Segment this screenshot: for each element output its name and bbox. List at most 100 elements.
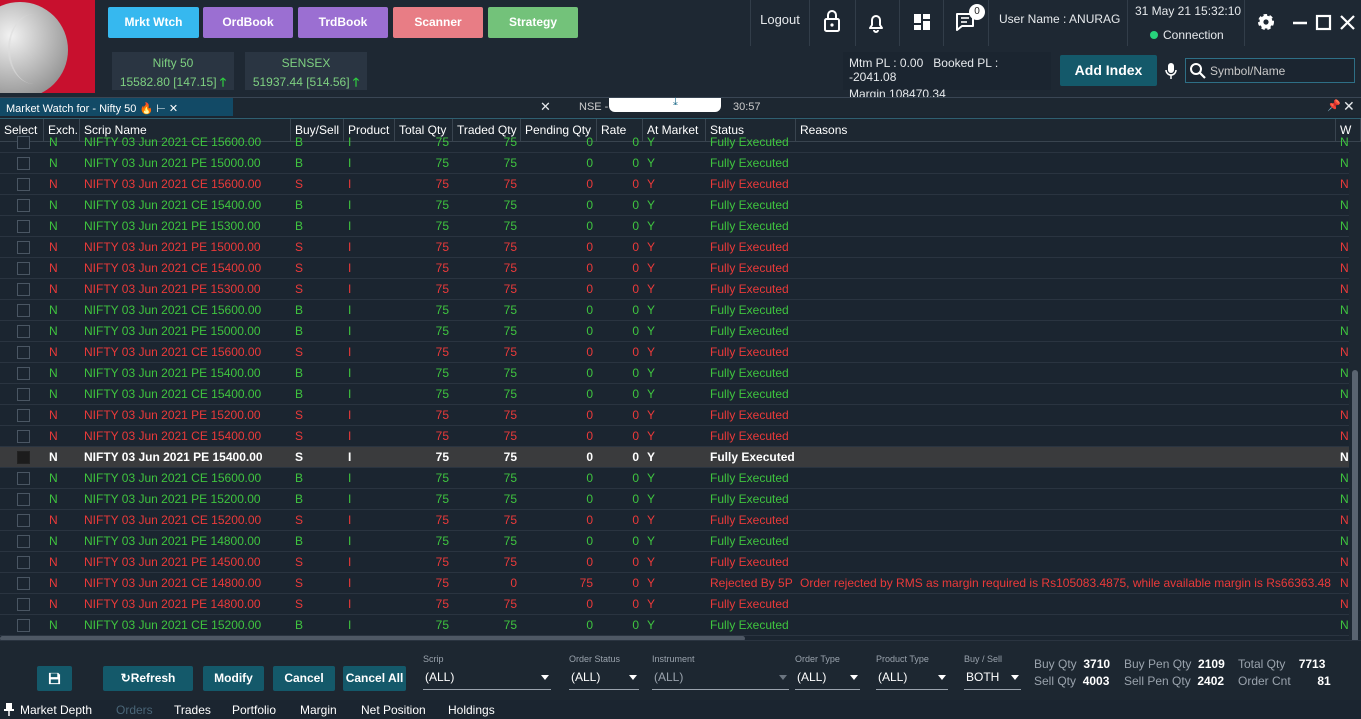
close-icon[interactable]: ✕ (540, 99, 551, 115)
table-row[interactable]: N NIFTY 03 Jun 2021 PE 15000.00 B I 75 75 0 0 Y F… (0, 153, 1349, 174)
index-sensex[interactable]: SENSEX 51937.44 [514.56] 🡑 (245, 52, 367, 90)
table-row[interactable]: N NIFTY 03 Jun 2021 CE 15600.00 S I 75 75 0 0 Y F… (0, 342, 1349, 363)
tab-portfolio[interactable]: Portfolio (232, 703, 276, 717)
tab-orders[interactable]: Orders (116, 703, 153, 717)
row-checkbox[interactable] (17, 556, 30, 569)
table-row[interactable]: N NIFTY 03 Jun 2021 PE 14800.00 S I 75 75 0 0 Y F… (0, 594, 1349, 615)
market-watch-button[interactable]: Mrkt Wtch (108, 7, 199, 38)
row-checkbox[interactable] (17, 325, 30, 338)
pin-icon[interactable] (4, 703, 14, 716)
tab-nse[interactable]: NSE - ⤓ 30:57 (573, 96, 773, 116)
row-checkbox[interactable] (17, 493, 30, 506)
tab-net-position[interactable]: Net Position (361, 703, 426, 717)
product-type-select[interactable]: (ALL) (876, 670, 948, 690)
lock-icon[interactable] (814, 6, 850, 38)
row-checkbox[interactable] (17, 241, 30, 254)
table-row[interactable]: N NIFTY 03 Jun 2021 CE 15400.00 B I 75 75 0 0 Y F… (0, 384, 1349, 405)
row-checkbox[interactable] (17, 577, 30, 590)
cancel-button[interactable]: Cancel (273, 666, 335, 691)
table-row[interactable]: N NIFTY 03 Jun 2021 PE 15300.00 B I 75 75 0 0 Y F… (0, 216, 1349, 237)
table-row[interactable]: N NIFTY 03 Jun 2021 PE 14500.00 S I 75 75 0 0 Y F… (0, 552, 1349, 573)
row-checkbox[interactable] (17, 304, 30, 317)
scanner-button[interactable]: Scanner (393, 7, 483, 38)
order-status-filter[interactable]: Order Status (ALL) (569, 654, 639, 690)
table-row[interactable]: N NIFTY 03 Jun 2021 PE 15000.00 S I 75 75 0 0 Y F… (0, 237, 1349, 258)
table-row[interactable]: N NIFTY 03 Jun 2021 PE 15200.00 B I 75 75 0 0 Y F… (0, 489, 1349, 510)
search-input[interactable] (1210, 61, 1350, 80)
table-row[interactable]: N NIFTY 03 Jun 2021 CE 15600.00 B I 75 75 0 0 Y F… (0, 468, 1349, 489)
table-row[interactable]: N NIFTY 03 Jun 2021 PE 14800.00 B I 75 75 0 0 Y F… (0, 531, 1349, 552)
row-checkbox[interactable] (17, 178, 30, 191)
tab-margin[interactable]: Margin (300, 703, 337, 717)
row-checkbox[interactable] (17, 157, 30, 170)
row-checkbox[interactable] (17, 598, 30, 611)
strategy-button[interactable]: Strategy (488, 7, 578, 38)
dashboard-icon[interactable] (904, 6, 940, 38)
table-row[interactable]: N NIFTY 03 Jun 2021 CE 15600.00 S I 75 75 0 0 Y F… (0, 174, 1349, 195)
table-row[interactable]: N NIFTY 03 Jun 2021 CE 15200.00 S I 75 75 0 0 Y F… (0, 510, 1349, 531)
save-button[interactable] (37, 666, 72, 691)
table-row[interactable]: N NIFTY 03 Jun 2021 CE 14800.00 S I 75 0 75 0 Y R… (0, 573, 1349, 594)
row-checkbox[interactable] (17, 472, 30, 485)
cancel-all-button[interactable]: Cancel All (343, 666, 406, 691)
pin-icon[interactable]: 📌 (1327, 99, 1341, 112)
row-checkbox[interactable] (17, 346, 30, 359)
arrow-down-icon[interactable]: ⤓ (673, 96, 678, 109)
row-checkbox[interactable] (17, 367, 30, 380)
close-icon[interactable] (1337, 6, 1359, 38)
close-icon[interactable]: ✕ (1343, 98, 1355, 115)
row-checkbox[interactable] (17, 430, 30, 443)
logout-button[interactable]: Logout (752, 0, 808, 46)
table-row[interactable]: N NIFTY 03 Jun 2021 CE 15400.00 B I 75 75 0 0 Y F… (0, 195, 1349, 216)
tab-trades[interactable]: Trades (174, 703, 211, 717)
row-checkbox[interactable] (17, 535, 30, 548)
instrument-select[interactable]: (ALL) (652, 670, 789, 690)
row-checkbox[interactable] (17, 220, 30, 233)
order-book-button[interactable]: OrdBook (203, 7, 293, 38)
table-row[interactable]: N NIFTY 03 Jun 2021 PE 15200.00 S I 75 75 0 0 Y F… (0, 405, 1349, 426)
table-row[interactable]: N NIFTY 03 Jun 2021 CE 15600.00 B I 75 75 0 0 Y F… (0, 132, 1349, 153)
table-row[interactable]: N NIFTY 03 Jun 2021 CE 15600.00 B I 75 75 0 0 Y F… (0, 300, 1349, 321)
tab-market-watch[interactable]: Market Watch for - Nifty 50 🔥 ⊢ ✕ (0, 98, 233, 116)
search-box[interactable] (1185, 58, 1355, 83)
pin-icon[interactable]: ⊢ (156, 103, 166, 115)
overlay-handle[interactable] (609, 98, 721, 112)
refresh-button[interactable]: ↻Refresh (103, 666, 193, 691)
row-checkbox[interactable] (17, 514, 30, 527)
table-row[interactable]: N NIFTY 03 Jun 2021 PE 15000.00 B I 75 75 0 0 Y F… (0, 321, 1349, 342)
table-row[interactable]: N NIFTY 03 Jun 2021 CE 15400.00 S I 75 75 0 0 Y F… (0, 426, 1349, 447)
scrip-filter[interactable]: Scrip (ALL) (423, 654, 551, 690)
product-type-filter[interactable]: Product Type (ALL) (876, 654, 948, 690)
row-checkbox[interactable] (17, 136, 30, 149)
table-row[interactable]: N NIFTY 03 Jun 2021 CE 15400.00 S I 75 75 0 0 Y F… (0, 258, 1349, 279)
row-checkbox[interactable] (17, 388, 30, 401)
tab-holdings[interactable]: Holdings (448, 703, 495, 717)
instrument-filter[interactable]: Instrument (ALL) (652, 654, 789, 690)
order-status-select[interactable]: (ALL) (569, 670, 639, 690)
trade-book-button[interactable]: TrdBook (298, 7, 388, 38)
row-checkbox[interactable] (17, 262, 30, 275)
maximize-icon[interactable] (1313, 6, 1335, 38)
table-row[interactable]: N NIFTY 03 Jun 2021 PE 15400.00 B I 75 75 0 0 Y F… (0, 363, 1349, 384)
bell-icon[interactable] (858, 6, 894, 38)
tab-market-depth[interactable]: Market Depth (20, 703, 92, 717)
table-row[interactable]: N NIFTY 03 Jun 2021 PE 15300.00 S I 75 75 0 0 Y F… (0, 279, 1349, 300)
order-type-select[interactable]: (ALL) (795, 670, 860, 690)
scrollbar-thumb[interactable] (1352, 370, 1358, 640)
close-icon[interactable]: ✕ (169, 103, 178, 115)
vertical-scrollbar[interactable] (1349, 142, 1361, 640)
order-type-filter[interactable]: Order Type (ALL) (795, 654, 860, 690)
minimize-icon[interactable] (1289, 6, 1311, 38)
table-row[interactable]: N NIFTY 03 Jun 2021 CE 15200.00 B I 75 75 0 0 Y F… (0, 615, 1349, 636)
table-row[interactable]: N NIFTY 03 Jun 2021 PE 15400.00 S I 75 75 0 0 Y F… (0, 447, 1349, 468)
gear-icon[interactable] (1248, 6, 1284, 38)
row-checkbox[interactable] (17, 199, 30, 212)
buy-sell-filter[interactable]: Buy / Sell BOTH (964, 654, 1021, 690)
modify-button[interactable]: Modify (203, 666, 264, 691)
row-checkbox[interactable] (17, 451, 30, 464)
row-checkbox[interactable] (17, 409, 30, 422)
index-nifty-50[interactable]: Nifty 50 15582.80 [147.15] 🡑 (112, 52, 234, 90)
microphone-icon[interactable] (1163, 62, 1179, 80)
row-checkbox[interactable] (17, 619, 30, 632)
row-checkbox[interactable] (17, 283, 30, 296)
